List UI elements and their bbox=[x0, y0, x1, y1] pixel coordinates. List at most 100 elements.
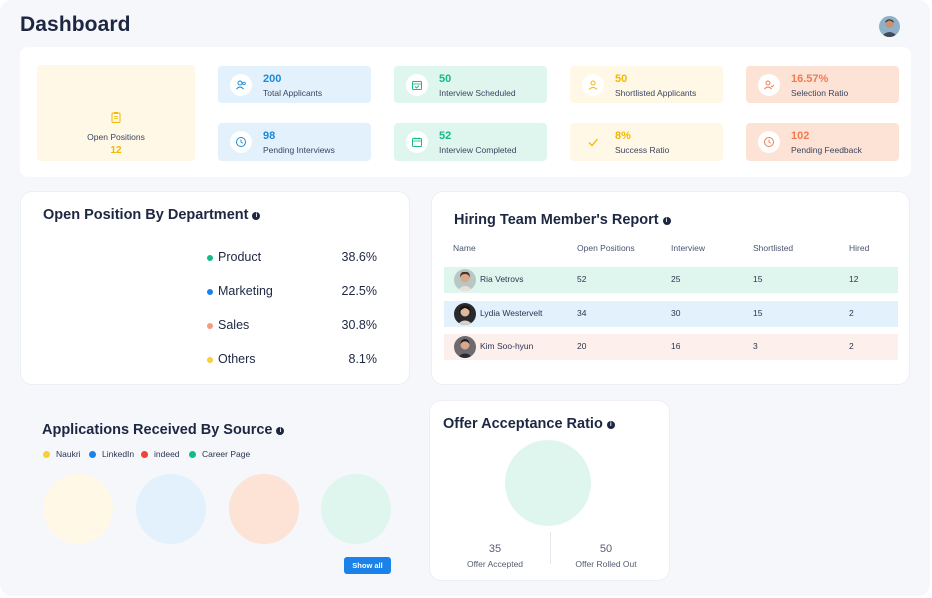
card-title: Offer Acceptance Ratio i bbox=[443, 416, 615, 432]
offer-rolled-out-label: Offer Rolled Out bbox=[575, 559, 637, 569]
stats-panel: Open Positions 12 200 Total Applicants 5… bbox=[20, 47, 911, 177]
legend-item-linkedin: LinkedIn bbox=[89, 449, 134, 459]
legend-dot bbox=[89, 450, 96, 458]
stat-value: 200 bbox=[263, 73, 282, 85]
source-circle-naukri bbox=[43, 474, 113, 544]
selection-ratio-tile[interactable]: 16.57% Selection Ratio bbox=[746, 66, 899, 103]
shortlisted-applicants-tile[interactable]: 50 Shortlisted Applicants bbox=[570, 66, 723, 103]
interview-scheduled-tile[interactable]: 50 Interview Scheduled bbox=[394, 66, 547, 103]
stat-label: Pending Interviews bbox=[263, 145, 335, 155]
department-pct: 30.8% bbox=[341, 318, 377, 332]
member-name: Ria Vetrovs bbox=[480, 274, 524, 284]
shortlisted-cell: 15 bbox=[753, 274, 763, 284]
source-circle-linkedin bbox=[136, 474, 206, 544]
table-row[interactable]: Kim Soo-hyun 20 16 3 2 bbox=[444, 334, 898, 360]
interview-completed-tile[interactable]: 52 Interview Completed bbox=[394, 123, 547, 161]
hired-cell: 2 bbox=[849, 341, 854, 351]
legend-label: Naukri bbox=[56, 449, 81, 459]
stat-value: 52 bbox=[439, 130, 452, 142]
card-title: Hiring Team Member's Report i bbox=[454, 212, 671, 228]
stat-label: Pending Feedback bbox=[791, 145, 862, 155]
applications-source-title: Applications Received By Source bbox=[42, 422, 273, 438]
table-row[interactable]: Lydia Westervelt 34 30 15 2 bbox=[444, 301, 898, 327]
stat-label: Selection Ratio bbox=[791, 88, 849, 98]
legend-label: indeed bbox=[154, 449, 180, 459]
stat-value: 98 bbox=[263, 130, 276, 142]
legend-label: LinkedIn bbox=[102, 449, 135, 459]
stat-label: Success Ratio bbox=[615, 145, 670, 155]
legend-item-career-page: Career Page bbox=[189, 449, 250, 459]
hiring-team-card: Hiring Team Member's Report i Name Open P… bbox=[431, 191, 910, 385]
stat-value: 16.57% bbox=[791, 73, 829, 85]
clock-icon bbox=[758, 131, 780, 153]
column-header: Hired bbox=[849, 243, 870, 253]
legend-dot bbox=[207, 357, 213, 363]
legend-dot bbox=[207, 255, 213, 261]
open-positions-cell: 34 bbox=[577, 308, 587, 318]
show-all-button[interactable]: Show all bbox=[344, 557, 391, 574]
legend-dot bbox=[141, 450, 148, 458]
department-pct: 8.1% bbox=[348, 352, 378, 366]
column-header: Interview bbox=[671, 243, 706, 253]
department-name: Product bbox=[218, 250, 262, 264]
hired-cell: 2 bbox=[849, 308, 854, 318]
legend-dot bbox=[207, 289, 213, 295]
source-circle-career-page bbox=[321, 474, 391, 544]
department-name: Marketing bbox=[218, 284, 273, 298]
avatar bbox=[454, 269, 476, 291]
interview-cell: 16 bbox=[671, 341, 681, 351]
column-header: Name bbox=[453, 243, 476, 253]
offer-acceptance-card: Offer Acceptance Ratio i 35 Offer Accepte… bbox=[429, 400, 670, 581]
success-ratio-tile[interactable]: 8% Success Ratio bbox=[570, 123, 723, 161]
offer-ratio-circle bbox=[505, 440, 591, 526]
table-row[interactable]: Ria Vetrovs 52 25 15 12 bbox=[444, 267, 898, 293]
avatar bbox=[454, 303, 476, 325]
avatar bbox=[454, 336, 476, 358]
open-positions-tile[interactable]: Open Positions 12 bbox=[37, 65, 195, 161]
stat-label: Shortlisted Applicants bbox=[615, 88, 697, 98]
hiring-team-title: Hiring Team Member's Report bbox=[454, 212, 659, 228]
pending-interviews-tile[interactable]: 98 Pending Interviews bbox=[218, 123, 371, 161]
user-check-icon bbox=[758, 73, 780, 96]
department-row-product: Product 38.6% bbox=[207, 250, 377, 266]
open-positions-cell: 52 bbox=[577, 274, 587, 284]
user-icon bbox=[582, 73, 604, 96]
legend-item-indeed: indeed bbox=[141, 449, 180, 459]
department-pct: 38.6% bbox=[341, 250, 377, 264]
info-icon[interactable]: i bbox=[252, 212, 261, 220]
department-row-sales: Sales 30.8% bbox=[207, 318, 377, 334]
info-icon[interactable]: i bbox=[276, 427, 285, 435]
user-avatar[interactable] bbox=[879, 16, 900, 37]
legend-item-naukri: Naukri bbox=[43, 449, 81, 459]
department-pct: 22.5% bbox=[341, 284, 377, 298]
department-row-others: Others 8.1% bbox=[207, 352, 377, 368]
open-by-department-card: Open Position By Department i Product 38.… bbox=[20, 191, 410, 385]
column-header: Shortlisted bbox=[753, 243, 794, 253]
offer-rolled-out-value: 50 bbox=[599, 543, 613, 555]
offer-accepted-value: 35 bbox=[488, 543, 502, 555]
legend-label: Career Page bbox=[202, 449, 251, 459]
open-positions-value: 12 bbox=[110, 145, 122, 156]
total-applicants-tile[interactable]: 200 Total Applicants bbox=[218, 66, 371, 103]
clock-icon bbox=[230, 131, 252, 153]
legend-dot bbox=[207, 323, 213, 329]
open-positions-label: Open Positions bbox=[87, 132, 145, 142]
info-icon[interactable]: i bbox=[606, 421, 615, 429]
stat-label: Total Applicants bbox=[263, 88, 323, 98]
stat-value: 102 bbox=[791, 130, 810, 142]
clipboard-icon bbox=[110, 110, 122, 123]
calendar-done-icon bbox=[406, 131, 428, 153]
hired-cell: 12 bbox=[849, 274, 859, 284]
column-header: Open Positions bbox=[577, 243, 635, 253]
member-name: Kim Soo-hyun bbox=[480, 341, 534, 351]
shortlisted-cell: 15 bbox=[753, 308, 763, 318]
info-icon[interactable]: i bbox=[662, 217, 671, 225]
legend-dot bbox=[189, 450, 196, 458]
stat-label: Interview Scheduled bbox=[439, 88, 516, 98]
member-name: Lydia Westervelt bbox=[480, 308, 543, 318]
stat-label: Interview Completed bbox=[439, 145, 517, 155]
divider bbox=[550, 532, 551, 564]
pending-feedback-tile[interactable]: 102 Pending Feedback bbox=[746, 123, 899, 161]
page-title: Dashboard bbox=[20, 13, 131, 36]
stat-value: 50 bbox=[615, 73, 628, 85]
